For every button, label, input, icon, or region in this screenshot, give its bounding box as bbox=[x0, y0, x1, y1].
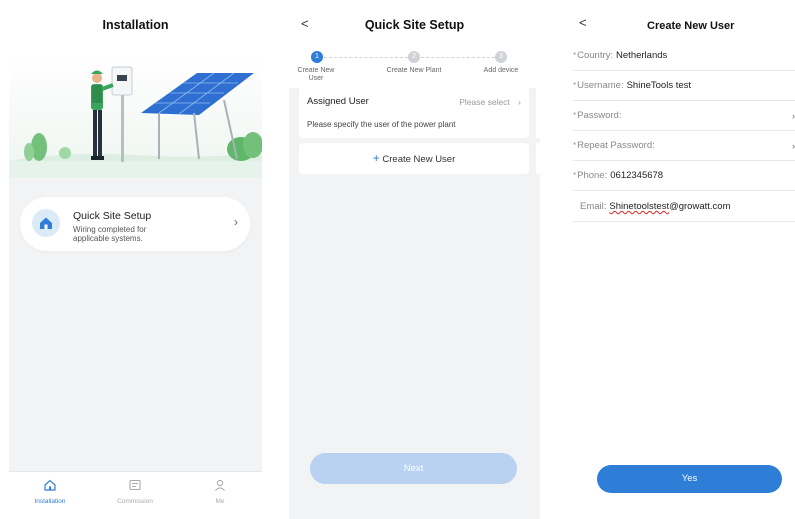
create-new-user-button[interactable]: + Create New User bbox=[299, 143, 529, 174]
assigned-user-hint: Please specify the user of the power pla… bbox=[307, 120, 456, 129]
assigned-user-card[interactable]: Assigned User Please select › Please spe… bbox=[299, 87, 529, 138]
email-value-underlined: Shinetoolstest bbox=[609, 201, 670, 212]
create-new-user-screen: < Create New User *Country: Netherlands *… bbox=[569, 0, 795, 519]
email-label: Email: bbox=[580, 201, 607, 212]
home-icon bbox=[32, 209, 60, 237]
next-button[interactable]: Next bbox=[310, 453, 517, 484]
chevron-right-icon: › bbox=[518, 97, 521, 107]
password-label: Password: bbox=[577, 110, 622, 121]
phone-label: Phone: bbox=[577, 170, 608, 181]
step-3-label: Add device bbox=[483, 67, 519, 74]
tab-label: Me bbox=[215, 498, 225, 505]
home-icon bbox=[44, 479, 56, 491]
bottom-tab-bar: Installation Commission Me bbox=[9, 471, 262, 519]
commission-icon bbox=[129, 479, 141, 491]
step-3-dot: 3 bbox=[495, 51, 507, 63]
required-marker: * bbox=[573, 141, 577, 150]
header: < Quick Site Setup bbox=[289, 0, 540, 48]
step-1-dot: 1 bbox=[311, 51, 323, 63]
country-label: Country: bbox=[577, 50, 614, 61]
step-1-label: Create New User bbox=[297, 67, 335, 82]
phone-value: 0612345678 bbox=[610, 170, 664, 181]
solar-installer-illustration bbox=[9, 66, 262, 178]
create-new-user-label: Create New User bbox=[382, 154, 456, 165]
step-indicator: 1 2 3 Create New User Create New Plant A… bbox=[289, 48, 540, 88]
quick-site-setup-subtitle: Wiring completed for applicable systems. bbox=[73, 225, 147, 243]
required-marker: * bbox=[573, 81, 577, 90]
repeat-password-field[interactable]: *Repeat Password: › bbox=[573, 131, 795, 161]
yes-button[interactable]: Yes bbox=[597, 465, 782, 493]
phone-field[interactable]: *Phone: 0612345678 bbox=[573, 161, 795, 191]
card-edge bbox=[536, 143, 540, 174]
tab-installation[interactable]: Installation bbox=[20, 478, 80, 505]
quick-site-setup-title: Quick Site Setup bbox=[73, 210, 152, 222]
card-edge bbox=[536, 87, 540, 138]
username-field[interactable]: *Username: ShineTools test bbox=[573, 71, 795, 101]
assigned-user-select[interactable]: Please select › bbox=[459, 97, 521, 107]
username-label: Username: bbox=[577, 80, 624, 91]
assigned-user-select-text: Please select bbox=[459, 97, 510, 107]
password-field[interactable]: *Password: › bbox=[573, 101, 795, 131]
page-title: Create New User bbox=[647, 20, 735, 32]
page-title: Quick Site Setup bbox=[364, 18, 465, 32]
username-value: ShineTools test bbox=[626, 80, 692, 91]
repeat-password-label: Repeat Password: bbox=[577, 140, 655, 151]
tab-commission[interactable]: Commission bbox=[105, 478, 165, 505]
step-connector bbox=[324, 57, 408, 58]
step-2-dot: 2 bbox=[408, 51, 420, 63]
assigned-user-label: Assigned User bbox=[307, 96, 369, 107]
country-value: Netherlands bbox=[616, 50, 668, 61]
quick-site-setup-screen: < Quick Site Setup 1 2 3 Create New User… bbox=[289, 0, 540, 519]
installation-screen: Installation Quick Site Setup Wiring com… bbox=[9, 0, 262, 519]
user-icon bbox=[215, 479, 225, 491]
quick-site-setup-card[interactable]: Quick Site Setup Wiring completed for ap… bbox=[20, 197, 250, 251]
chevron-right-icon: › bbox=[234, 215, 238, 229]
country-field[interactable]: *Country: Netherlands bbox=[573, 41, 795, 71]
step-connector bbox=[421, 57, 495, 58]
tab-label: Commission bbox=[117, 498, 153, 505]
required-marker: * bbox=[573, 51, 577, 60]
email-value-domain: @growatt.com bbox=[669, 201, 731, 212]
required-marker: * bbox=[573, 111, 577, 120]
required-marker: * bbox=[573, 171, 577, 180]
email-field[interactable]: Email: Shinetoolstest@growatt.com bbox=[573, 192, 795, 222]
tab-label: Installation bbox=[34, 498, 66, 505]
page-title: Installation bbox=[102, 18, 169, 32]
tab-me[interactable]: Me bbox=[190, 478, 250, 505]
step-2-label: Create New Plant bbox=[386, 67, 442, 74]
plus-icon: + bbox=[372, 151, 380, 165]
back-icon[interactable]: < bbox=[579, 15, 587, 30]
